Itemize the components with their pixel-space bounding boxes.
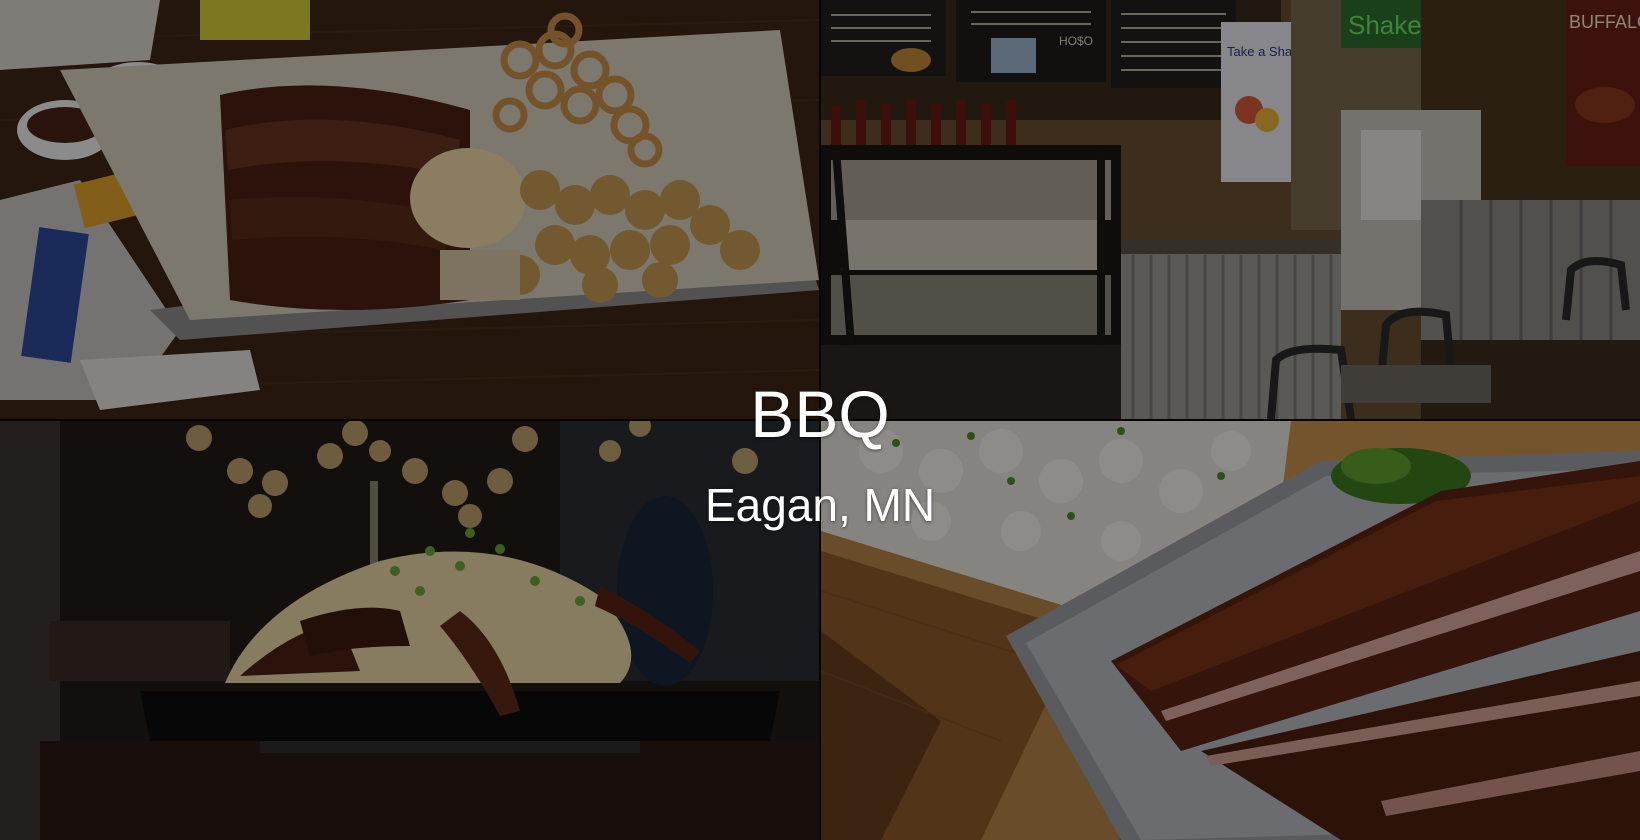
page-title: BBQ [750,377,890,451]
hero-banner: HO$O Take a Shake Break! Shakes BUFFALO [0,0,1640,840]
location-subtitle: Eagan, MN [704,479,936,531]
